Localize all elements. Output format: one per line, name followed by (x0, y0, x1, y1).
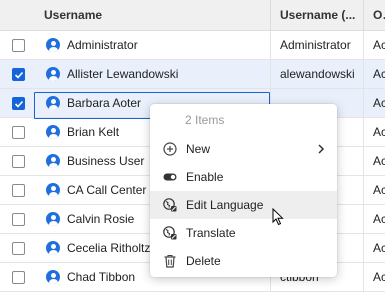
menu-item-edit-language[interactable]: Edit Language (150, 191, 337, 219)
other-cell[interactable]: Ac (373, 31, 385, 60)
menu-item-label: New (186, 142, 211, 156)
user-icon (46, 67, 60, 81)
column-header-username-2[interactable]: Username (... (280, 0, 364, 31)
row-checkbox[interactable] (12, 213, 25, 226)
row-checkbox[interactable] (12, 39, 25, 52)
column-divider (363, 234, 364, 263)
trash-icon (164, 254, 176, 268)
mouse-cursor-icon (272, 208, 284, 226)
row-checkbox[interactable] (12, 271, 25, 284)
other-cell[interactable]: Ac (373, 147, 385, 176)
table-row[interactable]: Allister Lewandowski alewandowski Ac (0, 60, 385, 89)
column-divider[interactable] (363, 0, 364, 31)
column-divider (363, 31, 364, 60)
check-icon (14, 71, 24, 79)
user-icon (46, 96, 60, 110)
check-icon (14, 100, 24, 108)
menu-item-delete[interactable]: Delete (150, 247, 337, 275)
user-icon (46, 270, 60, 284)
plus-circle-icon (163, 142, 177, 156)
username-2-cell[interactable]: alewandowski (280, 60, 362, 89)
menu-item-translate[interactable]: Translate (150, 219, 337, 247)
other-cell[interactable]: Ac (373, 234, 385, 263)
other-cell[interactable]: Ac (373, 263, 385, 292)
column-divider[interactable] (270, 0, 271, 31)
username-cell[interactable]: Administrator (67, 31, 267, 60)
column-divider (363, 147, 364, 176)
menu-item-label: Translate (186, 226, 236, 240)
table-row[interactable]: Administrator Administrator Ac (0, 31, 385, 60)
menu-item-new[interactable]: New (150, 135, 337, 163)
column-divider (363, 263, 364, 292)
column-divider (363, 89, 364, 118)
menu-item-label: Enable (186, 170, 224, 184)
menu-item-label: Delete (186, 254, 221, 268)
other-cell[interactable]: Ac (373, 118, 385, 147)
column-divider (363, 118, 364, 147)
other-cell[interactable]: Ac (373, 89, 385, 118)
other-cell[interactable]: Ac (373, 205, 385, 234)
user-icon (46, 183, 60, 197)
toggle-icon (163, 173, 177, 181)
column-divider (363, 205, 364, 234)
user-icon (46, 212, 60, 226)
column-divider (270, 60, 271, 89)
globe-edit-icon (163, 198, 177, 212)
chevron-right-icon (318, 144, 325, 154)
context-menu-item-count: 2 Items (185, 113, 225, 127)
row-checkbox[interactable] (12, 126, 25, 139)
column-header-username[interactable]: Username (44, 0, 264, 31)
column-header-other[interactable]: O… (373, 0, 385, 31)
row-checkbox[interactable] (12, 184, 25, 197)
row-checkbox[interactable] (12, 97, 25, 110)
user-icon (46, 125, 60, 139)
column-divider (363, 176, 364, 205)
row-checkbox[interactable] (12, 242, 25, 255)
menu-item-enable[interactable]: Enable (150, 163, 337, 191)
user-icon (46, 38, 60, 52)
username-cell[interactable]: Allister Lewandowski (67, 60, 267, 89)
column-divider (363, 60, 364, 89)
row-checkbox[interactable] (12, 68, 25, 81)
menu-item-label: Edit Language (186, 198, 264, 212)
other-cell[interactable]: Ac (373, 60, 385, 89)
row-checkbox[interactable] (12, 155, 25, 168)
user-icon (46, 241, 60, 255)
other-cell[interactable]: Ac (373, 176, 385, 205)
username-2-cell[interactable]: Administrator (280, 31, 362, 60)
column-divider (270, 31, 271, 60)
globe-edit-icon (163, 226, 177, 240)
user-icon (46, 154, 60, 168)
table-header: Username Username (... O… (0, 0, 385, 31)
context-menu: 2 Items New Enable Edit Language Transla… (150, 104, 337, 277)
